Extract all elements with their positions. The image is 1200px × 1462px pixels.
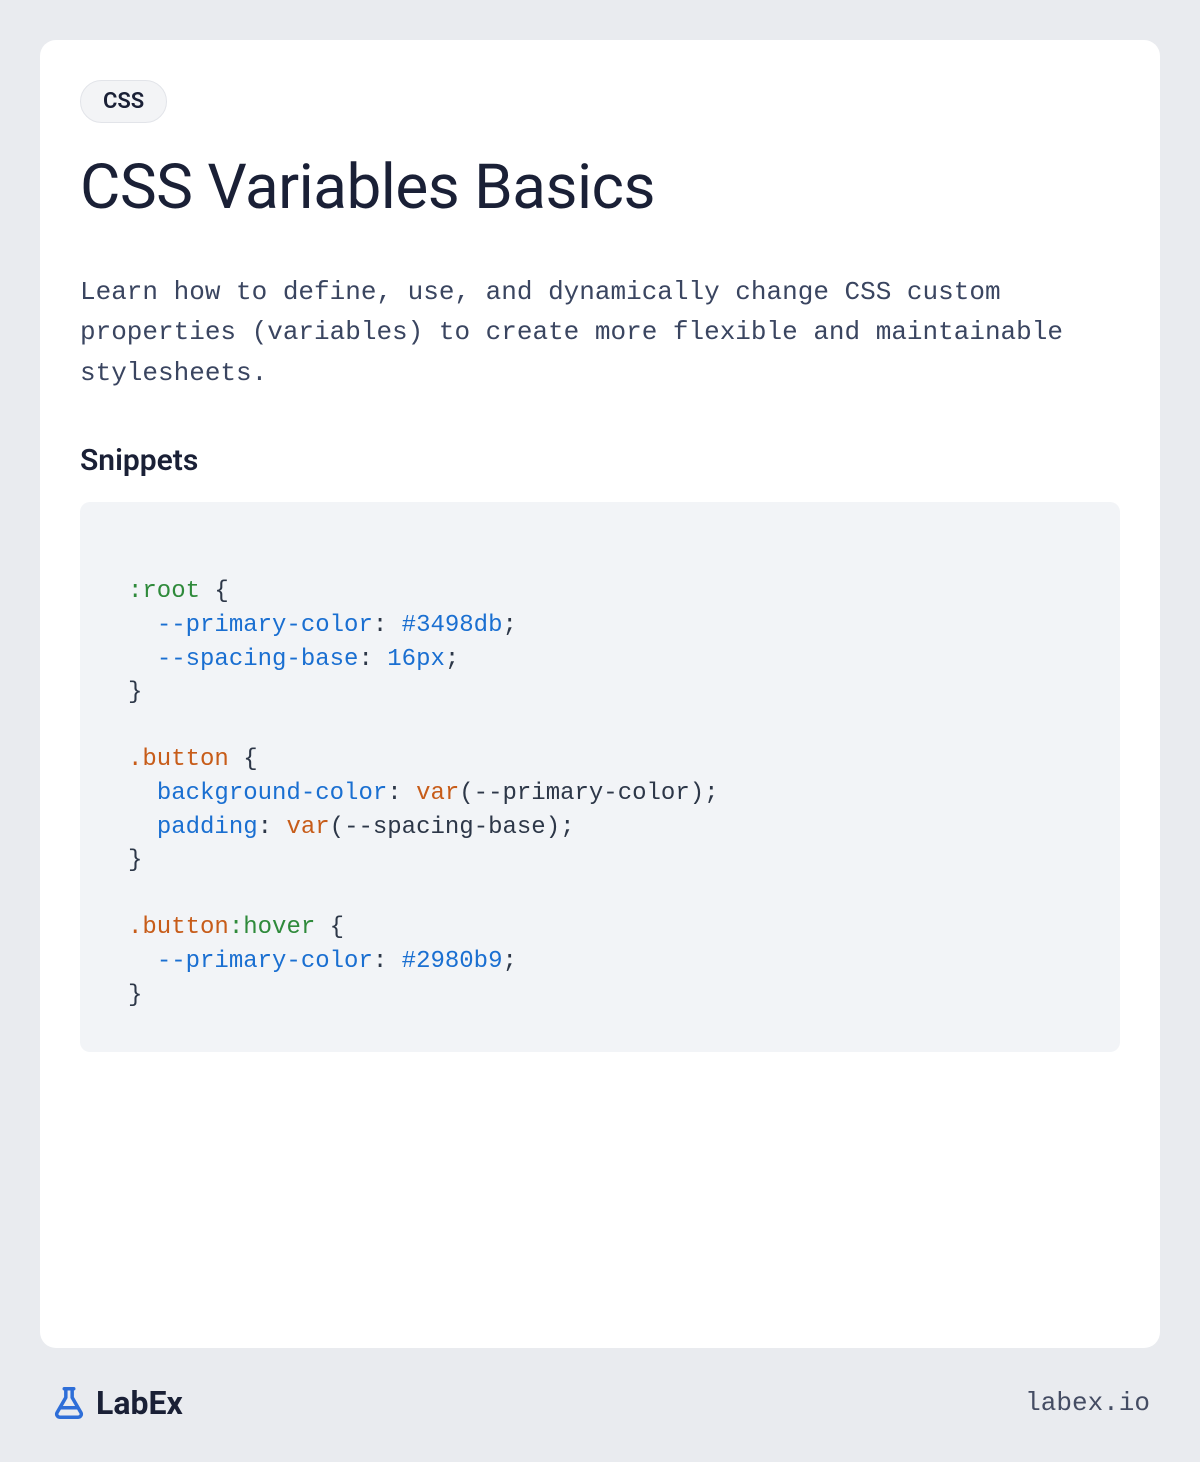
code-pseudo-hover: :hover (229, 914, 315, 941)
code-prop-spacing-base: --spacing-base (157, 646, 359, 673)
code-var-arg1: (--primary-color) (459, 780, 704, 807)
brand-logo: LabEx (50, 1384, 183, 1422)
code-value-primary-color: #3498db (402, 612, 503, 639)
code-prop-primary-color: --primary-color (157, 612, 373, 639)
footer: LabEx labex.io (40, 1348, 1160, 1422)
code-value-spacing-base: 16px (387, 646, 445, 673)
description-text: Learn how to define, use, and dynamicall… (80, 272, 1120, 393)
content-card: CSS CSS Variables Basics Learn how to de… (40, 40, 1160, 1348)
code-func-var2: var (286, 814, 329, 841)
code-var-arg2: (--spacing-base) (330, 814, 560, 841)
language-tag: CSS (80, 80, 167, 123)
page-title: CSS Variables Basics (80, 151, 1120, 224)
code-value-hover: #2980b9 (402, 948, 503, 975)
flask-icon (50, 1384, 88, 1422)
code-prop-padding: padding (157, 814, 258, 841)
code-selector-button-hover: .button (128, 914, 229, 941)
brand-name: LabEx (96, 1384, 183, 1422)
code-prop-bg: background-color (157, 780, 387, 807)
code-selector-root: :root (128, 578, 200, 605)
code-selector-button: .button (128, 746, 229, 773)
snippets-heading: Snippets (80, 443, 1120, 478)
code-func-var1: var (416, 780, 459, 807)
domain-text: labex.io (1025, 1388, 1150, 1418)
code-block: :root { --primary-color: #3498db; --spac… (80, 502, 1120, 1052)
code-prop-hover: --primary-color (157, 948, 373, 975)
